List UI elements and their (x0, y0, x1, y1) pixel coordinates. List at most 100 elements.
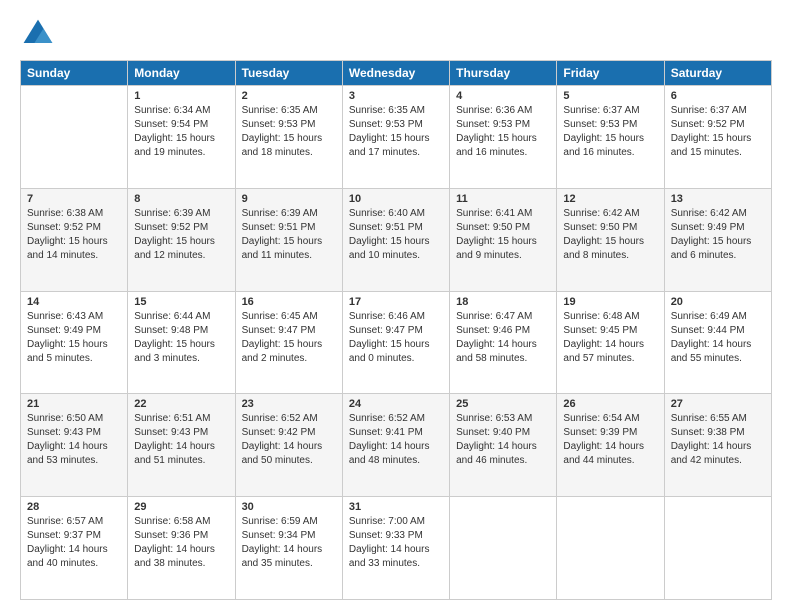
day-number: 18 (456, 296, 550, 308)
day-info: Sunrise: 6:41 AM Sunset: 9:50 PM Dayligh… (456, 207, 550, 263)
day-number: 30 (242, 501, 336, 513)
day-info: Sunrise: 7:00 AM Sunset: 9:33 PM Dayligh… (349, 515, 443, 571)
calendar-cell: 22Sunrise: 6:51 AM Sunset: 9:43 PM Dayli… (128, 394, 235, 497)
day-info: Sunrise: 6:57 AM Sunset: 9:37 PM Dayligh… (27, 515, 121, 571)
day-info: Sunrise: 6:49 AM Sunset: 9:44 PM Dayligh… (671, 310, 765, 366)
calendar-cell: 29 Sunrise: 6:58 AM Sunset: 9:36 PM Dayli… (128, 497, 235, 600)
calendar-cell (450, 497, 557, 600)
calendar-cell: 7 Sunrise: 6:38 AM Sunset: 9:52 PM Daylig… (21, 188, 128, 291)
day-number: 31 (349, 501, 443, 513)
calendar-cell: 9 Sunrise: 6:39 AM Sunset: 9:51 PM Daylig… (235, 188, 342, 291)
calendar-cell: 30Sunrise: 6:59 AM Sunset: 9:34 PM Dayli… (235, 497, 342, 600)
calendar-cell (664, 497, 771, 600)
calendar-cell: 17 Sunrise: 6:46 AM Sunset: 9:47 PM Dayli… (342, 291, 449, 394)
day-number: 16 (242, 296, 336, 308)
day-number: 20 (671, 296, 765, 308)
calendar-cell: 28 Sunrise: 6:57 AM Sunset: 9:37 PM Dayli… (21, 497, 128, 600)
day-number: 24 (349, 398, 443, 410)
weekday-header-row: SundayMondayTuesdayWednesdayThursdayFrid… (21, 61, 772, 86)
calendar-week-row: 1 Sunrise: 6:34 AM Sunset: 9:54 PM Daylig… (21, 86, 772, 189)
weekday-header-tuesday: Tuesday (235, 61, 342, 86)
day-info: Sunrise: 6:54 AM Sunset: 9:39 PM Dayligh… (563, 412, 657, 468)
calendar-cell: 2 Sunrise: 6:35 AM Sunset: 9:53 PM Daylig… (235, 86, 342, 189)
day-info: Sunrise: 6:42 AM Sunset: 9:49 PM Dayligh… (671, 207, 765, 263)
day-info: Sunrise: 6:37 AM Sunset: 9:53 PM Dayligh… (563, 104, 657, 160)
day-info: Sunrise: 6:42 AM Sunset: 9:50 PM Dayligh… (563, 207, 657, 263)
day-info: Sunrise: 6:43 AM Sunset: 9:49 PM Dayligh… (27, 310, 121, 366)
day-number: 4 (456, 90, 550, 102)
day-info: Sunrise: 6:53 AM Sunset: 9:40 PM Dayligh… (456, 412, 550, 468)
day-number: 6 (671, 90, 765, 102)
day-info: Sunrise: 6:34 AM Sunset: 9:54 PM Dayligh… (134, 104, 228, 160)
day-info: Sunrise: 6:38 AM Sunset: 9:52 PM Dayligh… (27, 207, 121, 263)
day-info: Sunrise: 6:52 AM Sunset: 9:42 PM Dayligh… (242, 412, 336, 468)
calendar-cell: 19 Sunrise: 6:48 AM Sunset: 9:45 PM Dayli… (557, 291, 664, 394)
day-number: 29 (134, 501, 228, 513)
calendar-cell: 25 Sunrise: 6:53 AM Sunset: 9:40 PM Dayli… (450, 394, 557, 497)
day-info: Sunrise: 6:46 AM Sunset: 9:47 PM Dayligh… (349, 310, 443, 366)
weekday-header-friday: Friday (557, 61, 664, 86)
day-info: Sunrise: 6:36 AM Sunset: 9:53 PM Dayligh… (456, 104, 550, 160)
day-info: Sunrise: 6:40 AM Sunset: 9:51 PM Dayligh… (349, 207, 443, 263)
day-number: 26 (563, 398, 657, 410)
day-info: Sunrise: 6:48 AM Sunset: 9:45 PM Dayligh… (563, 310, 657, 366)
calendar-cell: 3 Sunrise: 6:35 AM Sunset: 9:53 PM Daylig… (342, 86, 449, 189)
calendar-week-row: 7 Sunrise: 6:38 AM Sunset: 9:52 PM Daylig… (21, 188, 772, 291)
day-number: 19 (563, 296, 657, 308)
day-number: 21 (27, 398, 121, 410)
day-number: 7 (27, 193, 121, 205)
day-info: Sunrise: 6:58 AM Sunset: 9:36 PM Dayligh… (134, 515, 228, 571)
calendar-cell: 4 Sunrise: 6:36 AM Sunset: 9:53 PM Daylig… (450, 86, 557, 189)
day-info: Sunrise: 6:47 AM Sunset: 9:46 PM Dayligh… (456, 310, 550, 366)
logo-icon (20, 16, 56, 52)
header (20, 16, 772, 52)
day-number: 12 (563, 193, 657, 205)
day-number: 28 (27, 501, 121, 513)
logo (20, 16, 58, 52)
day-number: 13 (671, 193, 765, 205)
day-number: 8 (134, 193, 228, 205)
day-info: Sunrise: 6:35 AM Sunset: 9:53 PM Dayligh… (349, 104, 443, 160)
day-info: Sunrise: 6:39 AM Sunset: 9:51 PM Dayligh… (242, 207, 336, 263)
calendar-cell: 12 Sunrise: 6:42 AM Sunset: 9:50 PM Dayli… (557, 188, 664, 291)
calendar-week-row: 28 Sunrise: 6:57 AM Sunset: 9:37 PM Dayli… (21, 497, 772, 600)
calendar-week-row: 21 Sunrise: 6:50 AM Sunset: 9:43 PM Dayli… (21, 394, 772, 497)
weekday-header-wednesday: Wednesday (342, 61, 449, 86)
calendar-cell: 27Sunrise: 6:55 AM Sunset: 9:38 PM Dayli… (664, 394, 771, 497)
day-number: 17 (349, 296, 443, 308)
calendar-cell: 8 Sunrise: 6:39 AM Sunset: 9:52 PM Daylig… (128, 188, 235, 291)
day-number: 9 (242, 193, 336, 205)
day-number: 14 (27, 296, 121, 308)
calendar-cell: 20 Sunrise: 6:49 AM Sunset: 9:44 PM Dayli… (664, 291, 771, 394)
day-number: 10 (349, 193, 443, 205)
weekday-header-thursday: Thursday (450, 61, 557, 86)
day-number: 25 (456, 398, 550, 410)
day-info: Sunrise: 6:35 AM Sunset: 9:53 PM Dayligh… (242, 104, 336, 160)
calendar-cell: 31 Sunrise: 7:00 AM Sunset: 9:33 PM Dayli… (342, 497, 449, 600)
weekday-header-sunday: Sunday (21, 61, 128, 86)
day-number: 15 (134, 296, 228, 308)
day-number: 3 (349, 90, 443, 102)
day-number: 1 (134, 90, 228, 102)
day-info: Sunrise: 6:52 AM Sunset: 9:41 PM Dayligh… (349, 412, 443, 468)
calendar-cell: 23 Sunrise: 6:52 AM Sunset: 9:42 PM Dayli… (235, 394, 342, 497)
day-number: 2 (242, 90, 336, 102)
day-info: Sunrise: 6:39 AM Sunset: 9:52 PM Dayligh… (134, 207, 228, 263)
day-number: 23 (242, 398, 336, 410)
day-number: 5 (563, 90, 657, 102)
calendar-table: SundayMondayTuesdayWednesdayThursdayFrid… (20, 60, 772, 600)
day-info: Sunrise: 6:37 AM Sunset: 9:52 PM Dayligh… (671, 104, 765, 160)
calendar-cell: 16Sunrise: 6:45 AM Sunset: 9:47 PM Dayli… (235, 291, 342, 394)
calendar-cell: 26 Sunrise: 6:54 AM Sunset: 9:39 PM Dayli… (557, 394, 664, 497)
weekday-header-monday: Monday (128, 61, 235, 86)
calendar-cell: 14 Sunrise: 6:43 AM Sunset: 9:49 PM Dayli… (21, 291, 128, 394)
calendar-cell: 11 Sunrise: 6:41 AM Sunset: 9:50 PM Dayli… (450, 188, 557, 291)
day-info: Sunrise: 6:55 AM Sunset: 9:38 PM Dayligh… (671, 412, 765, 468)
day-number: 11 (456, 193, 550, 205)
calendar-cell: 24 Sunrise: 6:52 AM Sunset: 9:41 PM Dayli… (342, 394, 449, 497)
calendar-cell: 18 Sunrise: 6:47 AM Sunset: 9:46 PM Dayli… (450, 291, 557, 394)
calendar-week-row: 14 Sunrise: 6:43 AM Sunset: 9:49 PM Dayli… (21, 291, 772, 394)
day-info: Sunrise: 6:50 AM Sunset: 9:43 PM Dayligh… (27, 412, 121, 468)
day-info: Sunrise: 6:51 AM Sunset: 9:43 PM Dayligh… (134, 412, 228, 468)
calendar-cell: 21 Sunrise: 6:50 AM Sunset: 9:43 PM Dayli… (21, 394, 128, 497)
